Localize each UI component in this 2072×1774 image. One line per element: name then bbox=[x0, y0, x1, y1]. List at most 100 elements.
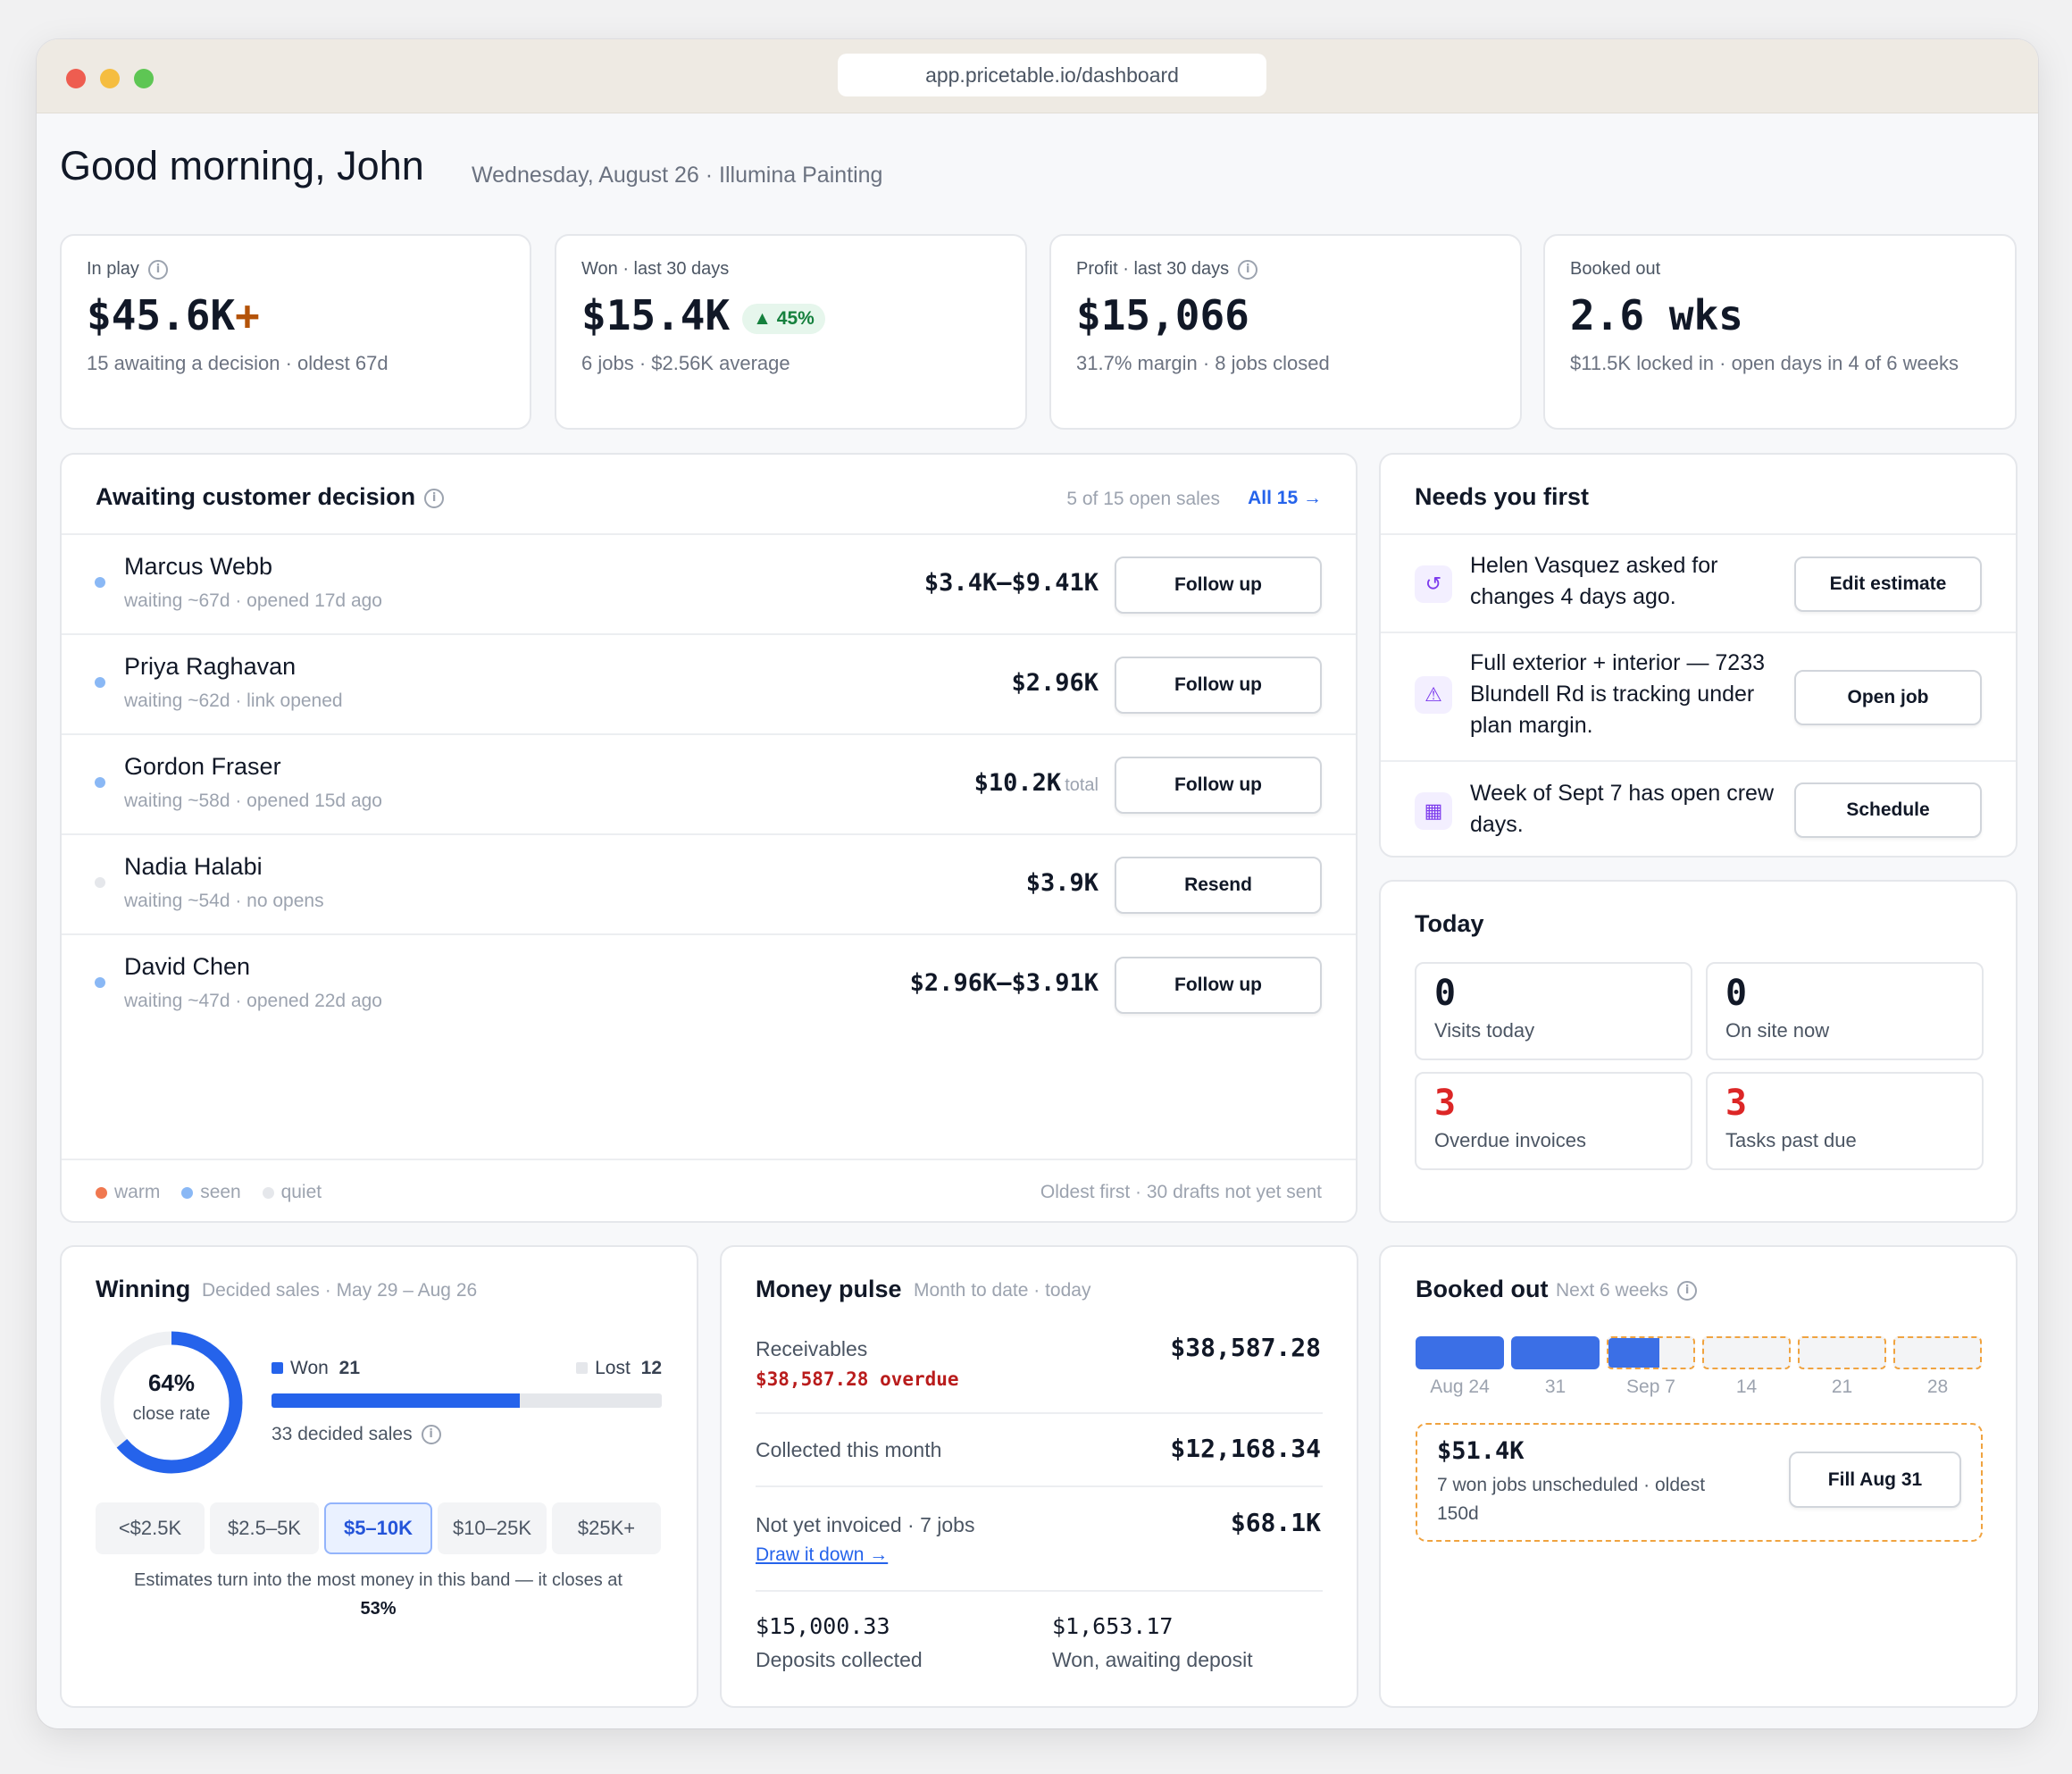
won-label: Won bbox=[290, 1358, 329, 1378]
band-note-value: 53% bbox=[360, 1599, 397, 1619]
needs-you-first-card: Needs you first ↺ Helen Vasquez asked fo… bbox=[1379, 453, 2018, 858]
follow-up-button[interactable]: Follow up bbox=[1115, 757, 1322, 814]
page-subtitle: Wednesday, August 26 · Illumina Painting bbox=[472, 163, 883, 188]
draw-it-down-link[interactable]: Draw it down → bbox=[756, 1544, 888, 1566]
table-row[interactable]: David Chen waiting ~47d · opened 22d ago… bbox=[62, 933, 1356, 1035]
needs-item[interactable]: ⚠ Full exterior + interior — 7233 Blunde… bbox=[1381, 632, 2016, 762]
resend-button[interactable]: Resend bbox=[1115, 857, 1322, 914]
week-bar[interactable] bbox=[1607, 1336, 1695, 1369]
collected-value: $12,168.34 bbox=[1170, 1434, 1321, 1463]
info-icon[interactable]: i bbox=[424, 488, 445, 508]
band-under-2-5k[interactable]: <$2.5K bbox=[96, 1502, 205, 1554]
status-dot bbox=[95, 777, 105, 788]
awaiting-decision-card: Awaiting customer decision i 5 of 15 open… bbox=[60, 453, 1358, 1223]
tile-value: 0 bbox=[1725, 973, 1748, 1014]
close-rate-donut bbox=[100, 1331, 243, 1474]
week-bar[interactable] bbox=[1893, 1336, 1982, 1369]
visits-today-tile[interactable]: 0 Visits today bbox=[1415, 962, 1692, 1060]
band-note: Estimates turn into the most money in th… bbox=[134, 1570, 622, 1590]
customer-name: Nadia Halabi bbox=[124, 853, 263, 880]
open-job-button[interactable]: Open job bbox=[1794, 670, 1982, 725]
table-row[interactable]: Marcus Webb waiting ~67d · opened 17d ag… bbox=[62, 533, 1356, 635]
week-label: Sep 7 bbox=[1626, 1377, 1675, 1397]
not-invoiced-value: $68.1K bbox=[1230, 1508, 1321, 1537]
needs-item[interactable]: ▦ Week of Sept 7 has open crew days. Sch… bbox=[1381, 760, 2016, 858]
customer-meta: waiting ~54d · no opens bbox=[124, 891, 324, 911]
stat-card-won[interactable]: Won · last 30 days $15.4K ▲ 45% 6 jobs · … bbox=[555, 234, 1027, 430]
week-label: 28 bbox=[1926, 1377, 1949, 1397]
stat-value: $45.6K bbox=[87, 291, 236, 339]
tasks-past-due-tile[interactable]: 3 Tasks past due bbox=[1706, 1072, 1984, 1170]
info-icon[interactable]: i bbox=[147, 259, 168, 280]
won-legend: Won 21 bbox=[272, 1358, 360, 1379]
band-5-10k[interactable]: $5–10K bbox=[324, 1502, 432, 1554]
close-window-button[interactable] bbox=[66, 69, 86, 88]
table-row[interactable]: Priya Raghavan waiting ~62d · link opene… bbox=[62, 633, 1356, 735]
schedule-button[interactable]: Schedule bbox=[1794, 782, 1982, 838]
needs-text: Full exterior + interior — 7233 Blundell… bbox=[1470, 650, 1766, 738]
status-dot bbox=[95, 677, 105, 688]
stat-card-booked-out[interactable]: Booked out 2.6 wks $11.5K locked in · op… bbox=[1543, 234, 2017, 430]
band-10-25k[interactable]: $10–25K bbox=[438, 1502, 547, 1554]
stat-value: $15,066 bbox=[1076, 291, 1249, 339]
week-bar[interactable] bbox=[1416, 1336, 1504, 1369]
close-rate-value: 64% bbox=[147, 1369, 196, 1396]
seen-dot bbox=[181, 1186, 194, 1199]
on-site-now-tile[interactable]: 0 On site now bbox=[1706, 962, 1984, 1060]
quiet-dot bbox=[262, 1186, 274, 1199]
deposits-label: Deposits collected bbox=[756, 1648, 923, 1671]
customer-meta: waiting ~58d · opened 15d ago bbox=[124, 791, 382, 811]
week-bar[interactable] bbox=[1511, 1336, 1600, 1369]
card-title: Winning bbox=[96, 1276, 191, 1302]
open-sales-count: 5 of 15 open sales bbox=[1066, 489, 1220, 509]
fill-aug-31-button[interactable]: Fill Aug 31 bbox=[1789, 1452, 1961, 1508]
maximize-window-button[interactable] bbox=[134, 69, 154, 88]
stat-value: $15.4K bbox=[581, 291, 731, 339]
stat-sub: 15 awaiting a decision · oldest 67d bbox=[87, 352, 388, 374]
follow-up-button[interactable]: Follow up bbox=[1115, 556, 1322, 614]
overdue-invoices-tile[interactable]: 3 Overdue invoices bbox=[1415, 1072, 1692, 1170]
legend-warm: warm bbox=[114, 1182, 161, 1202]
follow-up-button[interactable]: Follow up bbox=[1115, 957, 1322, 1014]
band-25k-plus[interactable]: $25K+ bbox=[552, 1502, 661, 1554]
stat-card-profit[interactable]: Profit · last 30 days i $15,066 31.7% mar… bbox=[1049, 234, 1522, 430]
week-label: 31 bbox=[1544, 1377, 1567, 1397]
table-row[interactable]: Nadia Halabi waiting ~54d · no opens $3.… bbox=[62, 833, 1356, 935]
awaiting-deposit-label: Won, awaiting deposit bbox=[1052, 1648, 1253, 1671]
status-dot bbox=[95, 877, 105, 888]
card-subtitle: Next 6 weeks bbox=[1556, 1280, 1669, 1301]
tile-value: 3 bbox=[1725, 1083, 1748, 1124]
week-bar[interactable] bbox=[1702, 1336, 1791, 1369]
needs-item[interactable]: ↺ Helen Vasquez asked for changes 4 days… bbox=[1381, 533, 2016, 633]
card-title: Booked out bbox=[1416, 1276, 1549, 1302]
customer-name: Priya Raghavan bbox=[124, 653, 297, 680]
in-play-plus-mark: + bbox=[235, 291, 260, 339]
amount-suffix: total bbox=[1065, 775, 1099, 795]
estimate-amount: $2.96K bbox=[1011, 669, 1099, 697]
stat-sub: 6 jobs · $2.56K average bbox=[581, 352, 790, 374]
follow-up-button[interactable]: Follow up bbox=[1115, 657, 1322, 714]
band-2-5-5k[interactable]: $2.5–5K bbox=[210, 1502, 319, 1554]
status-dot bbox=[95, 577, 105, 588]
table-row[interactable]: Gordon Fraser waiting ~58d · opened 15d … bbox=[62, 733, 1356, 835]
tile-label: Visits today bbox=[1434, 1019, 1535, 1042]
tile-label: Overdue invoices bbox=[1434, 1129, 1586, 1151]
edit-estimate-button[interactable]: Edit estimate bbox=[1794, 556, 1982, 612]
info-icon[interactable]: i bbox=[1677, 1281, 1698, 1301]
won-swatch bbox=[272, 1362, 283, 1374]
receivables-overdue: $38,587.28 overdue bbox=[756, 1368, 959, 1390]
customer-meta: waiting ~62d · link opened bbox=[124, 690, 343, 711]
week-bar[interactable] bbox=[1798, 1336, 1886, 1369]
customer-meta: waiting ~47d · opened 22d ago bbox=[124, 991, 382, 1011]
week-label: 21 bbox=[1831, 1377, 1853, 1397]
stat-card-in-play[interactable]: In play i $45.6K+ 15 awaiting a decision … bbox=[60, 234, 531, 430]
info-icon[interactable]: i bbox=[421, 1425, 441, 1445]
minimize-window-button[interactable] bbox=[100, 69, 120, 88]
booked-subtitle: Next 6 weeks i bbox=[1556, 1280, 1698, 1301]
address-bar[interactable]: app.pricetable.io/dashboard bbox=[838, 54, 1266, 96]
all-sales-link[interactable]: All 15 → bbox=[1248, 488, 1322, 509]
card-title: Money pulse bbox=[756, 1276, 902, 1302]
close-rate-label: close rate bbox=[132, 1404, 211, 1424]
info-icon[interactable]: i bbox=[1238, 259, 1258, 280]
lost-legend: Lost 12 bbox=[576, 1358, 662, 1379]
